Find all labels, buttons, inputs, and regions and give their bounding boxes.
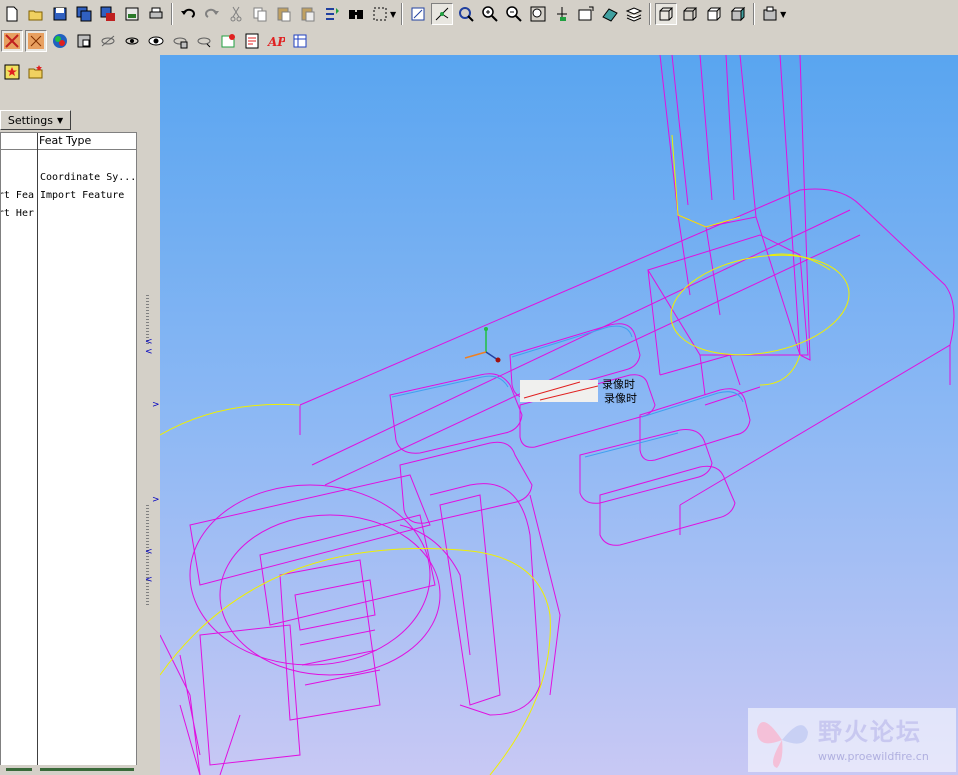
eye-icon[interactable]	[145, 30, 167, 52]
chevron-right-icon[interactable]: >	[152, 400, 160, 410]
scroll-thumb[interactable]	[6, 768, 32, 771]
saved-views-icon[interactable]	[575, 3, 597, 25]
datum-planes-icon[interactable]	[1, 30, 23, 52]
no-hidden-icon[interactable]	[703, 3, 725, 25]
paste-icon[interactable]	[273, 3, 295, 25]
settings-button[interactable]: Settings ▼	[0, 110, 71, 130]
spin-icon[interactable]	[193, 30, 215, 52]
watermark-url: www.proewildfire.cn	[818, 750, 929, 763]
graphics-window[interactable]	[160, 55, 958, 775]
folder-star-icon[interactable]	[25, 61, 47, 83]
print-icon[interactable]	[145, 3, 167, 25]
column-divider[interactable]	[37, 133, 38, 767]
chevron-left-icon[interactable]: <	[145, 337, 153, 347]
chevron-down-icon[interactable]: ▼	[390, 10, 396, 19]
watermark-title: 野火论坛	[818, 718, 922, 746]
orient-mode-icon[interactable]	[431, 3, 454, 25]
tree-scrollbar[interactable]	[0, 765, 137, 775]
find-icon[interactable]	[345, 3, 367, 25]
forum-watermark: 野火论坛 www.proewildfire.cn	[748, 708, 956, 772]
chevron-down-icon[interactable]: ▼	[780, 10, 786, 19]
datum-points-icon[interactable]	[73, 30, 95, 52]
chevron-right-icon[interactable]: >	[152, 495, 160, 505]
undo-icon[interactable]	[177, 3, 199, 25]
rename-icon[interactable]	[121, 3, 143, 25]
butterfly-logo-icon	[757, 722, 808, 768]
regenerate-icon[interactable]	[321, 3, 343, 25]
layers-icon[interactable]	[623, 3, 645, 25]
view-manager-icon[interactable]	[455, 3, 477, 25]
main-toolbar: ▼ ▼	[0, 0, 958, 28]
toolbar-separator	[649, 3, 652, 25]
svg-text:AP: AP	[267, 35, 285, 49]
ap-icon[interactable]: AP	[265, 30, 287, 52]
datum-toolbar: AP	[0, 27, 350, 55]
open-icon[interactable]	[25, 3, 47, 25]
tree-row-type: Import Feature	[40, 190, 125, 201]
chevron-left-icon[interactable]: <	[145, 547, 153, 557]
model-display-icon[interactable]	[599, 3, 621, 25]
model-tree-toolbar	[0, 58, 60, 86]
new-icon[interactable]	[1, 3, 23, 25]
color-appearance-icon[interactable]	[49, 30, 71, 52]
overlay-text: 录像时	[604, 392, 637, 405]
model-tree[interactable]: Feat Type Coordinate Sy... rt Fea Import…	[0, 132, 137, 768]
toolbar-separator	[401, 3, 404, 25]
scroll-thumb[interactable]	[40, 768, 134, 771]
datum-axes-icon[interactable]	[25, 30, 47, 52]
chevron-left-icon[interactable]: <	[145, 347, 153, 357]
show-icon[interactable]	[121, 30, 143, 52]
coord-sys-icon[interactable]	[169, 30, 191, 52]
hide-icon[interactable]	[97, 30, 119, 52]
paste-special-icon[interactable]	[297, 3, 319, 25]
recording-overlay: 录像时 录像时	[520, 378, 640, 405]
save-copy-icon[interactable]	[73, 3, 95, 25]
copy-icon[interactable]	[249, 3, 271, 25]
tree-row-name: rt Fea	[0, 190, 34, 201]
coord-sys-triad	[464, 327, 501, 363]
annotation-icon[interactable]	[217, 30, 239, 52]
settings-label: Settings	[7, 113, 53, 127]
tree-row-name: rt Her	[0, 208, 34, 219]
star-icon[interactable]	[1, 61, 23, 83]
panel-splitter[interactable]: < < > > < <	[140, 55, 160, 775]
wireframe-model	[160, 55, 955, 775]
column-feat-type[interactable]: Feat Type	[39, 133, 91, 149]
toolbar-separator	[753, 3, 756, 25]
cut-icon[interactable]	[225, 3, 247, 25]
toolbar-separator	[171, 3, 173, 25]
wireframe-icon[interactable]	[655, 3, 678, 25]
overlay-box	[520, 380, 599, 402]
select-box-icon[interactable]	[369, 3, 391, 25]
datum-display-icon[interactable]	[759, 3, 781, 25]
tree-row[interactable]: rt Fea Import Feature	[0, 187, 136, 205]
redo-icon[interactable]	[201, 3, 223, 25]
backup-icon[interactable]	[97, 3, 119, 25]
tree-row[interactable]: rt Her	[0, 205, 136, 223]
tree-row[interactable]: Coordinate Sy...	[1, 169, 136, 187]
chevron-down-icon: ▼	[56, 115, 64, 125]
hidden-line-icon[interactable]	[679, 3, 701, 25]
chevron-left-icon[interactable]: <	[145, 575, 153, 585]
spin-center-icon[interactable]	[407, 3, 429, 25]
note-icon[interactable]	[241, 30, 263, 52]
zoom-in-icon[interactable]	[479, 3, 501, 25]
refit-icon[interactable]	[527, 3, 549, 25]
table-icon[interactable]	[289, 30, 311, 52]
shading-icon[interactable]	[727, 3, 749, 25]
zoom-out-icon[interactable]	[503, 3, 525, 25]
tree-column-header: Feat Type	[1, 133, 136, 150]
reorient-icon[interactable]	[551, 3, 573, 25]
tree-row-type: Coordinate Sy...	[40, 172, 136, 183]
save-icon[interactable]	[49, 3, 71, 25]
